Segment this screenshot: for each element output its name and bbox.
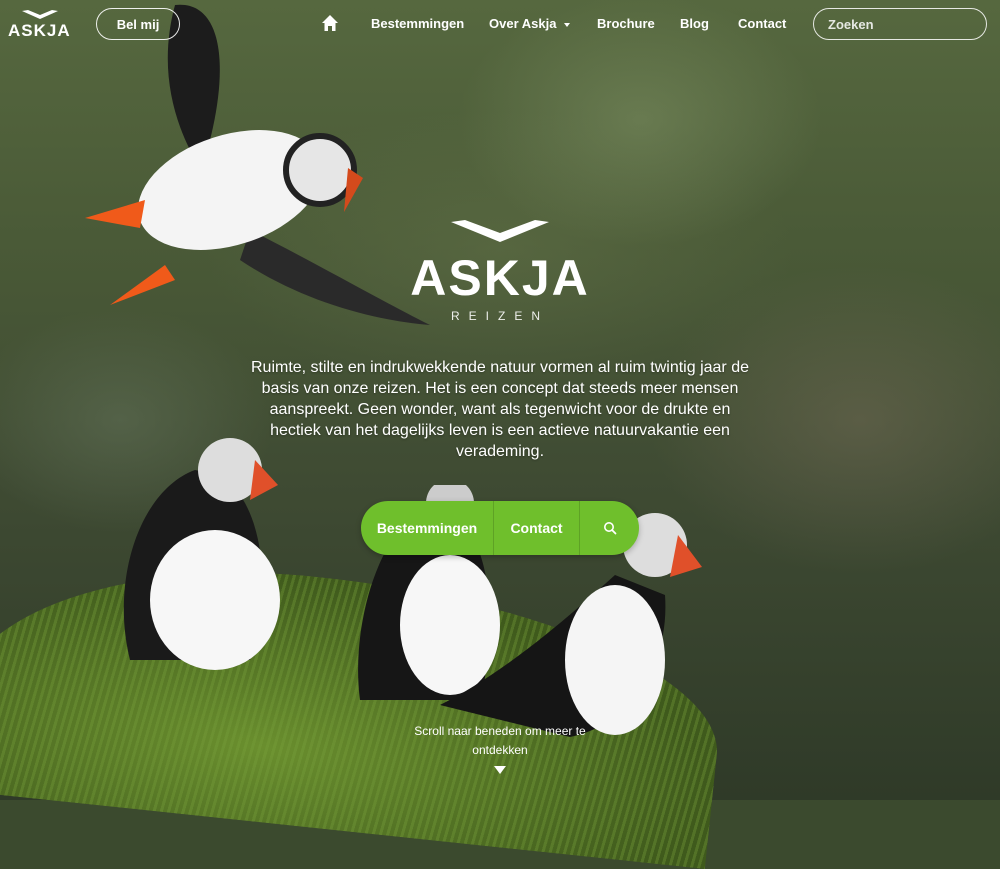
caret-down-icon — [564, 22, 571, 27]
scroll-hint-text: Scroll naar beneden om meer te ontdekken — [414, 724, 586, 757]
nav-item-bestemmingen[interactable]: Bestemmingen — [371, 16, 464, 31]
hero-tagline: REIZEN — [450, 309, 549, 323]
scroll-hint[interactable]: Scroll naar beneden om meer te ontdekken — [400, 722, 600, 774]
logo-chevron-icon — [22, 10, 58, 19]
home-icon[interactable] — [321, 14, 339, 32]
nav-item-over-askja[interactable]: Over Askja — [489, 16, 571, 31]
askja-logo[interactable]: ASKJA — [8, 9, 72, 41]
hero-search-button[interactable] — [579, 501, 639, 555]
hero-wordmark: ASKJA — [410, 250, 590, 306]
hero-logo: ASKJA REIZEN — [398, 218, 602, 323]
top-navigation: ASKJA Bel mij Bestemmingen Over Askja Br… — [0, 0, 1000, 50]
search-box[interactable] — [813, 8, 1000, 40]
search-icon — [603, 522, 616, 535]
call-me-button[interactable]: Bel mij — [96, 8, 180, 40]
arrow-down-icon — [494, 766, 506, 774]
contact-button[interactable]: Contact — [493, 501, 579, 555]
logo-wordmark: ASKJA — [8, 21, 71, 40]
hero-button-group: Bestemmingen Contact — [361, 501, 639, 555]
nav-item-contact[interactable]: Contact — [738, 16, 786, 31]
destinations-button[interactable]: Bestemmingen — [361, 501, 493, 555]
nav-item-blog[interactable]: Blog — [680, 16, 709, 31]
puffin-left-image — [123, 438, 280, 670]
search-input[interactable] — [826, 15, 1000, 33]
nav-item-brochure[interactable]: Brochure — [597, 16, 655, 31]
logo-chevron-icon — [451, 220, 549, 242]
nav-item-label: Over Askja — [489, 16, 557, 31]
intro-text: Ruimte, stilte en indrukwekkende natuur … — [250, 359, 749, 460]
